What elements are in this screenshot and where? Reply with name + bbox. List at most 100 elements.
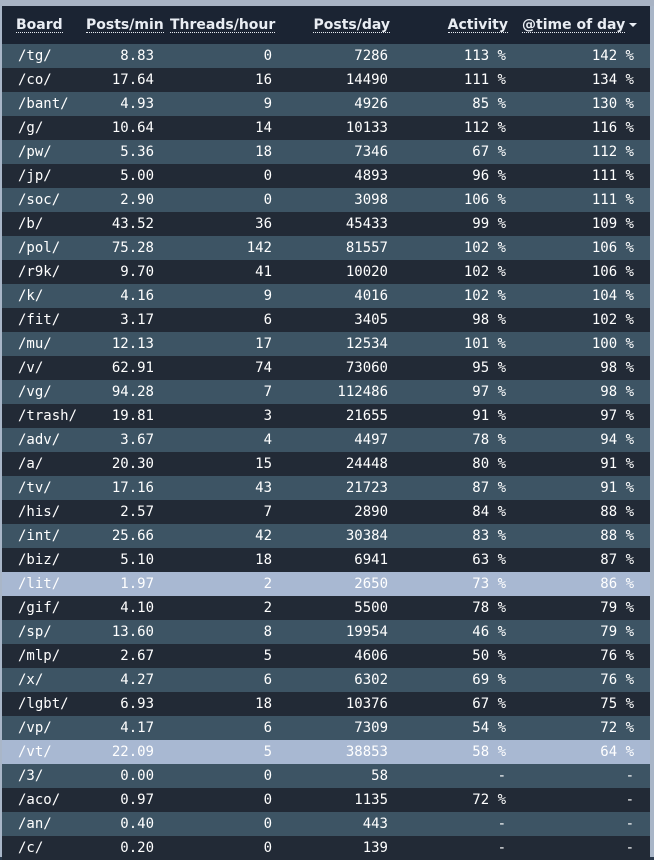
table-row[interactable]: /vt/22.09 5 38853 58 % 64 %: [2, 740, 650, 764]
board-name-cell: /gif/: [18, 600, 61, 616]
posts-per-min-cell: 25.66: [111, 528, 154, 544]
activity-cell: 113 %: [463, 48, 506, 64]
table-row[interactable]: /soc/2.90 0 3098 106 % 111 %: [2, 188, 650, 212]
time-of-day-cell: 111 %: [591, 168, 634, 184]
table-row[interactable]: /fit/3.17 6 3405 98 % 102 %: [2, 308, 650, 332]
table-row[interactable]: /tg/8.83 0 7286 113 % 142 %: [2, 44, 650, 68]
board-name-cell: /x/: [18, 672, 44, 688]
posts-per-min-cell: 1.97: [120, 576, 154, 592]
header-row: Board Posts/min Threads/hour Posts/day A…: [2, 6, 650, 44]
table-row[interactable]: /mu/12.13 17 12534 101 % 100 %: [2, 332, 650, 356]
threads-per-hour-cell: 9: [263, 288, 272, 304]
table-row[interactable]: /3/0.00 0 58 - -: [2, 764, 650, 788]
posts-per-min-cell: 4.17: [120, 720, 154, 736]
column-header-posts-per-day[interactable]: Posts/day: [288, 6, 404, 44]
board-name-cell: /k/: [18, 288, 44, 304]
table-row[interactable]: /aco/0.97 0 1135 72 % -: [2, 788, 650, 812]
threads-per-hour-cell: 0: [263, 192, 272, 208]
table-row[interactable]: /jp/5.00 0 4893 96 % 111 %: [2, 164, 650, 188]
table-row[interactable]: /an/0.40 0 443 - -: [2, 812, 650, 836]
posts-per-min-cell: 19.81: [111, 408, 154, 424]
posts-per-min-cell: 22.09: [111, 744, 154, 760]
time-of-day-cell: 79 %: [600, 600, 634, 616]
threads-per-hour-cell: 7: [263, 504, 272, 520]
posts-per-min-cell: 8.83: [120, 48, 154, 64]
time-of-day-cell: 64 %: [600, 744, 634, 760]
table-row[interactable]: /r9k/9.70 41 10020 102 % 106 %: [2, 260, 650, 284]
threads-per-hour-cell: 36: [255, 216, 272, 232]
column-header-label: Threads/hour: [170, 17, 276, 33]
table-row[interactable]: /int/25.66 42 30384 83 % 88 %: [2, 524, 650, 548]
table-row[interactable]: /trash/19.81 3 21655 91 % 97 %: [2, 404, 650, 428]
time-of-day-cell: 91 %: [600, 480, 634, 496]
activity-cell: 102 %: [463, 288, 506, 304]
posts-per-day-cell: 112486: [337, 384, 388, 400]
table-row[interactable]: /pw/5.36 18 7346 67 % 112 %: [2, 140, 650, 164]
threads-per-hour-cell: 18: [255, 696, 272, 712]
table-row[interactable]: /vg/94.28 7 112486 97 % 98 %: [2, 380, 650, 404]
table-row[interactable]: /tv/17.16 43 21723 87 % 91 %: [2, 476, 650, 500]
threads-per-hour-cell: 18: [255, 552, 272, 568]
table-row[interactable]: /lit/1.97 2 2650 73 % 86 %: [2, 572, 650, 596]
posts-per-day-cell: 73060: [345, 360, 388, 376]
activity-cell: 78 %: [472, 600, 506, 616]
column-header-board[interactable]: Board: [2, 6, 86, 44]
table-row[interactable]: /a/20.30 15 24448 80 % 91 %: [2, 452, 650, 476]
posts-per-day-cell: 12534: [345, 336, 388, 352]
time-of-day-cell: 94 %: [600, 432, 634, 448]
activity-cell: -: [497, 840, 506, 856]
threads-per-hour-cell: 2: [263, 576, 272, 592]
posts-per-day-cell: 2650: [354, 576, 388, 592]
posts-per-day-cell: 6302: [354, 672, 388, 688]
board-name-cell: /b/: [18, 216, 44, 232]
table-row[interactable]: /biz/5.10 18 6941 63 % 87 %: [2, 548, 650, 572]
table-row[interactable]: /mlp/2.67 5 4606 50 % 76 %: [2, 644, 650, 668]
board-name-cell: /aco/: [18, 792, 61, 808]
posts-per-day-cell: 24448: [345, 456, 388, 472]
column-header-posts-per-min[interactable]: Posts/min: [86, 6, 170, 44]
table-row[interactable]: /bant/4.93 9 4926 85 % 130 %: [2, 92, 650, 116]
activity-cell: 87 %: [472, 480, 506, 496]
table-row[interactable]: /adv/3.67 4 4497 78 % 94 %: [2, 428, 650, 452]
board-name-cell: /r9k/: [18, 264, 61, 280]
table-row[interactable]: /c/0.20 0 139 - -: [2, 836, 650, 860]
table-row[interactable]: /x/4.27 6 6302 69 % 76 %: [2, 668, 650, 692]
posts-per-day-cell: 10376: [345, 696, 388, 712]
time-of-day-cell: 130 %: [591, 96, 634, 112]
board-name-cell: /g/: [18, 120, 44, 136]
posts-per-min-cell: 5.00: [120, 168, 154, 184]
time-of-day-cell: 87 %: [600, 552, 634, 568]
time-of-day-cell: 109 %: [591, 216, 634, 232]
table-row[interactable]: /his/2.57 7 2890 84 % 88 %: [2, 500, 650, 524]
threads-per-hour-cell: 6: [263, 672, 272, 688]
posts-per-day-cell: 1135: [354, 792, 388, 808]
table-row[interactable]: /co/17.64 16 14490 111 % 134 %: [2, 68, 650, 92]
time-of-day-cell: 142 %: [591, 48, 634, 64]
table-row[interactable]: /v/62.91 74 73060 95 % 98 %: [2, 356, 650, 380]
table-row[interactable]: /sp/13.60 8 19954 46 % 79 %: [2, 620, 650, 644]
column-header-time-of-day[interactable]: @time of day: [522, 6, 650, 44]
activity-cell: 54 %: [472, 720, 506, 736]
table-row[interactable]: /gif/4.10 2 5500 78 % 79 %: [2, 596, 650, 620]
posts-per-day-cell: 21655: [345, 408, 388, 424]
board-name-cell: /jp/: [18, 168, 52, 184]
posts-per-day-cell: 38853: [345, 744, 388, 760]
posts-per-min-cell: 75.28: [111, 240, 154, 256]
threads-per-hour-cell: 0: [263, 816, 272, 832]
posts-per-min-cell: 4.27: [120, 672, 154, 688]
table-row[interactable]: /vp/4.17 6 7309 54 % 72 %: [2, 716, 650, 740]
posts-per-day-cell: 4497: [354, 432, 388, 448]
board-stats-table: Board Posts/min Threads/hour Posts/day A…: [2, 6, 650, 860]
posts-per-min-cell: 5.36: [120, 144, 154, 160]
time-of-day-cell: 76 %: [600, 648, 634, 664]
table-row[interactable]: /lgbt/6.93 18 10376 67 % 75 %: [2, 692, 650, 716]
table-row[interactable]: /g/10.64 14 10133 112 % 116 %: [2, 116, 650, 140]
table-row[interactable]: /b/43.52 36 45433 99 % 109 %: [2, 212, 650, 236]
column-header-activity[interactable]: Activity: [404, 6, 522, 44]
time-of-day-cell: 111 %: [591, 192, 634, 208]
threads-per-hour-cell: 16: [255, 72, 272, 88]
table-row[interactable]: /pol/75.28 142 81557 102 % 106 %: [2, 236, 650, 260]
posts-per-min-cell: 3.67: [120, 432, 154, 448]
column-header-threads-per-hour[interactable]: Threads/hour: [170, 6, 288, 44]
table-row[interactable]: /k/4.16 9 4016 102 % 104 %: [2, 284, 650, 308]
